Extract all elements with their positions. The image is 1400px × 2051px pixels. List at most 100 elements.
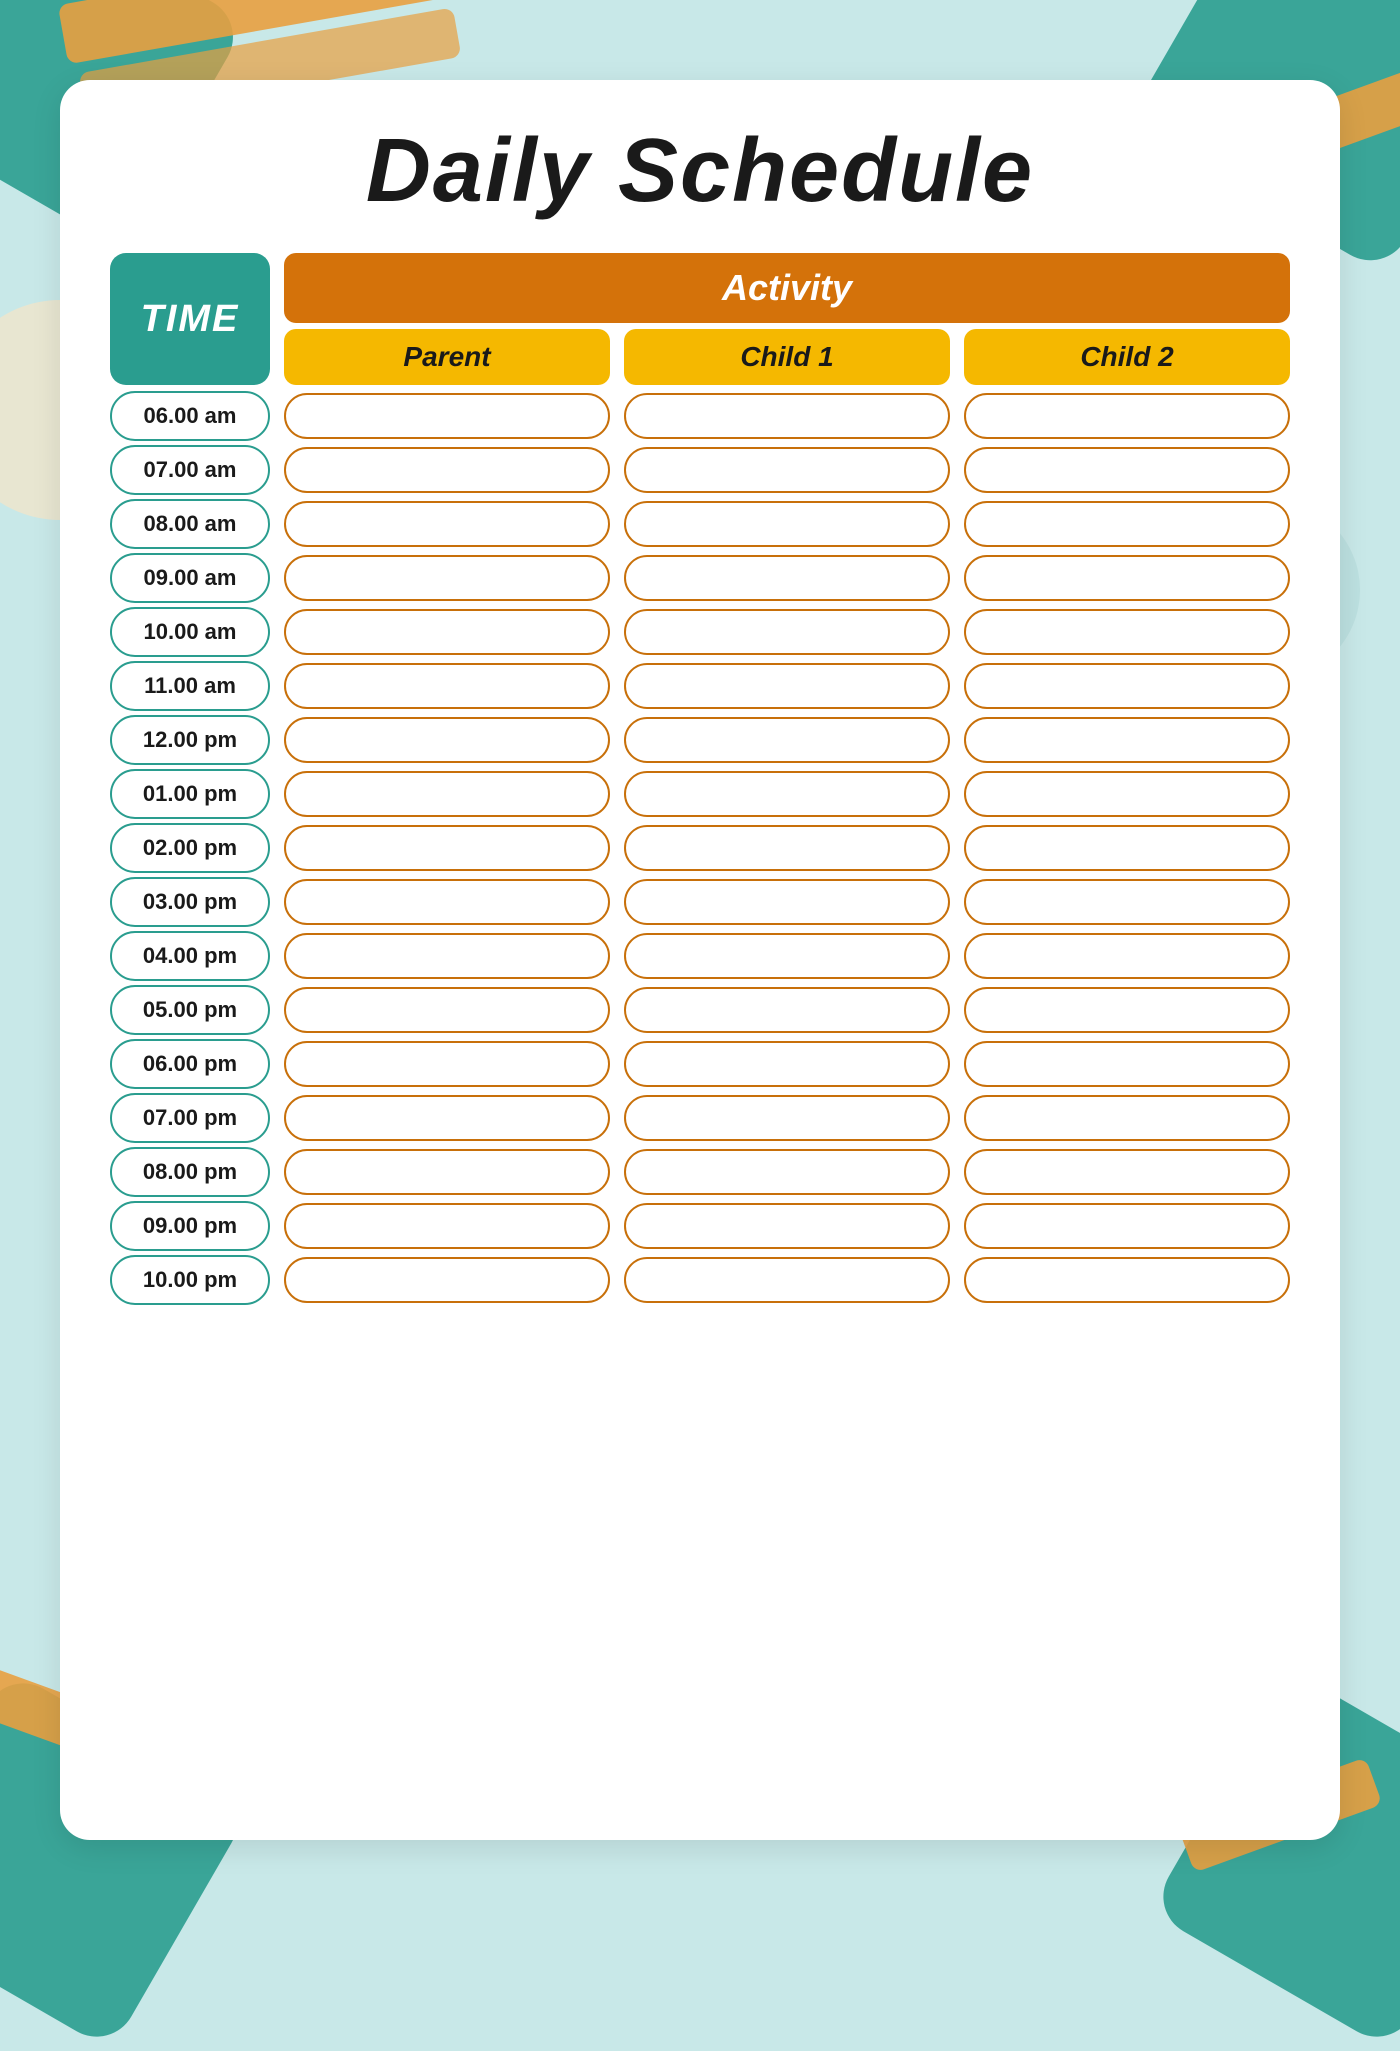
time-cell: 07.00 pm: [110, 1093, 270, 1143]
activity-input-cell[interactable]: [284, 501, 610, 547]
time-cell: 03.00 pm: [110, 877, 270, 927]
activity-cells: [284, 1257, 1290, 1303]
activity-cells: [284, 1203, 1290, 1249]
activity-input-cell[interactable]: [964, 1257, 1290, 1303]
time-label: 10.00 am: [144, 619, 237, 645]
activity-input-cell[interactable]: [624, 771, 950, 817]
activity-title-text: Activity: [722, 267, 852, 309]
activity-input-cell[interactable]: [624, 987, 950, 1033]
activity-input-cell[interactable]: [284, 1149, 610, 1195]
activity-input-cell[interactable]: [624, 501, 950, 547]
time-label: 04.00 pm: [143, 943, 237, 969]
activity-input-cell[interactable]: [284, 609, 610, 655]
activity-input-cell[interactable]: [624, 1149, 950, 1195]
activity-input-cell[interactable]: [624, 1257, 950, 1303]
time-label: 08.00 am: [144, 511, 237, 537]
table-row: 03.00 pm: [110, 877, 1290, 927]
time-label: 06.00 pm: [143, 1051, 237, 1077]
sub-header-child1-label: Child 1: [740, 341, 833, 373]
activity-input-cell[interactable]: [624, 879, 950, 925]
activity-input-cell[interactable]: [964, 717, 1290, 763]
rows-container: 06.00 am 07.00 am 08.00 am 09.00 am 10.00 am…: [110, 391, 1290, 1309]
activity-input-cell[interactable]: [624, 1203, 950, 1249]
activity-input-cell[interactable]: [964, 663, 1290, 709]
time-cell: 06.00 pm: [110, 1039, 270, 1089]
activity-input-cell[interactable]: [284, 393, 610, 439]
activity-input-cell[interactable]: [624, 1095, 950, 1141]
activity-cells: [284, 1149, 1290, 1195]
activity-cells: [284, 717, 1290, 763]
activity-cells: [284, 933, 1290, 979]
time-cell: 12.00 pm: [110, 715, 270, 765]
activity-input-cell[interactable]: [284, 447, 610, 493]
time-label: 09.00 pm: [143, 1213, 237, 1239]
activity-title-bar: Activity: [284, 253, 1290, 323]
time-label: 11.00 am: [144, 673, 236, 699]
activity-input-cell[interactable]: [624, 933, 950, 979]
activity-input-cell[interactable]: [284, 1257, 610, 1303]
table-row: 07.00 pm: [110, 1093, 1290, 1143]
schedule-container: TIME Activity Parent Child 1 Child 2: [110, 253, 1290, 1309]
table-row: 10.00 pm: [110, 1255, 1290, 1305]
time-cell: 06.00 am: [110, 391, 270, 441]
activity-input-cell[interactable]: [624, 1041, 950, 1087]
activity-input-cell[interactable]: [964, 825, 1290, 871]
activity-input-cell[interactable]: [284, 933, 610, 979]
activity-input-cell[interactable]: [964, 1149, 1290, 1195]
sub-header-parent: Parent: [284, 329, 610, 385]
activity-input-cell[interactable]: [284, 1203, 610, 1249]
time-label: 07.00 pm: [143, 1105, 237, 1131]
time-cell: 09.00 am: [110, 553, 270, 603]
activity-cells: [284, 1041, 1290, 1087]
activity-input-cell[interactable]: [624, 447, 950, 493]
time-cell: 08.00 pm: [110, 1147, 270, 1197]
time-label: 06.00 am: [144, 403, 237, 429]
time-label: 09.00 am: [144, 565, 237, 591]
activity-input-cell[interactable]: [624, 609, 950, 655]
activity-input-cell[interactable]: [284, 1041, 610, 1087]
activity-input-cell[interactable]: [284, 663, 610, 709]
activity-cells: [284, 663, 1290, 709]
activity-input-cell[interactable]: [964, 555, 1290, 601]
time-label: 01.00 pm: [143, 781, 237, 807]
activity-cells: [284, 1095, 1290, 1141]
activity-input-cell[interactable]: [964, 933, 1290, 979]
activity-section: Activity Parent Child 1 Child 2: [284, 253, 1290, 385]
activity-input-cell[interactable]: [964, 1095, 1290, 1141]
activity-input-cell[interactable]: [964, 501, 1290, 547]
activity-input-cell[interactable]: [964, 447, 1290, 493]
activity-input-cell[interactable]: [964, 879, 1290, 925]
activity-input-cell[interactable]: [964, 1041, 1290, 1087]
activity-input-cell[interactable]: [624, 393, 950, 439]
sub-header-parent-label: Parent: [403, 341, 490, 373]
activity-input-cell[interactable]: [284, 987, 610, 1033]
activity-input-cell[interactable]: [624, 717, 950, 763]
activity-input-cell[interactable]: [284, 879, 610, 925]
time-label: 12.00 pm: [143, 727, 237, 753]
activity-input-cell[interactable]: [284, 1095, 610, 1141]
activity-input-cell[interactable]: [624, 663, 950, 709]
activity-input-cell[interactable]: [964, 771, 1290, 817]
activity-input-cell[interactable]: [284, 771, 610, 817]
sub-headers: Parent Child 1 Child 2: [284, 329, 1290, 385]
activity-input-cell[interactable]: [284, 825, 610, 871]
time-label: 03.00 pm: [143, 889, 237, 915]
table-row: 06.00 pm: [110, 1039, 1290, 1089]
activity-input-cell[interactable]: [624, 555, 950, 601]
time-cell: 07.00 am: [110, 445, 270, 495]
activity-cells: [284, 447, 1290, 493]
sub-header-child2: Child 2: [964, 329, 1290, 385]
time-cell: 10.00 pm: [110, 1255, 270, 1305]
activity-input-cell[interactable]: [964, 609, 1290, 655]
activity-input-cell[interactable]: [624, 825, 950, 871]
sub-header-child2-label: Child 2: [1080, 341, 1173, 373]
activity-cells: [284, 393, 1290, 439]
table-row: 08.00 pm: [110, 1147, 1290, 1197]
activity-input-cell[interactable]: [964, 987, 1290, 1033]
table-row: 07.00 am: [110, 445, 1290, 495]
table-row: 04.00 pm: [110, 931, 1290, 981]
activity-input-cell[interactable]: [964, 393, 1290, 439]
activity-input-cell[interactable]: [284, 555, 610, 601]
activity-input-cell[interactable]: [284, 717, 610, 763]
activity-input-cell[interactable]: [964, 1203, 1290, 1249]
